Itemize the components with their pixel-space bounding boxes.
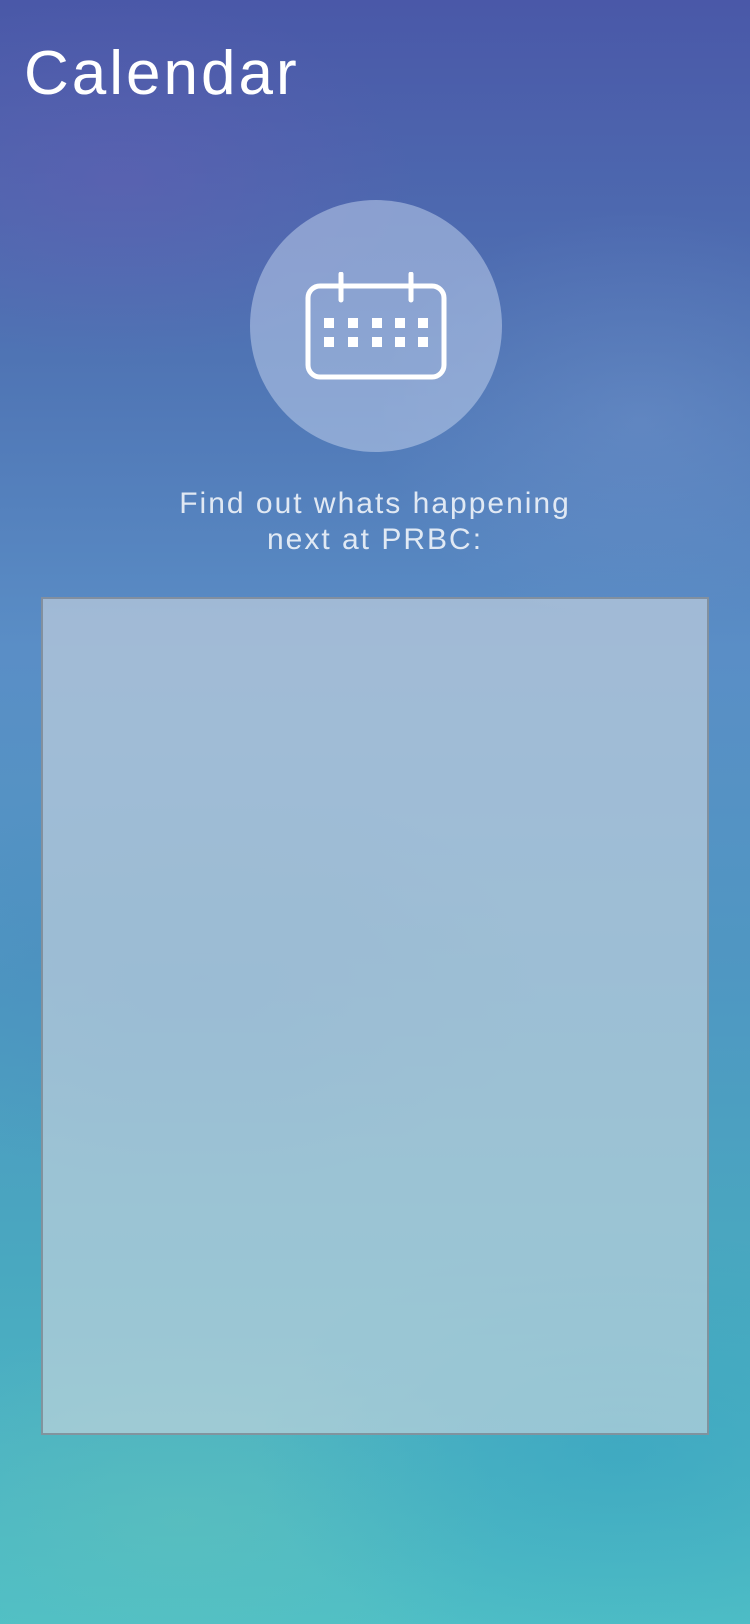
subtitle: Find out whats happening next at PRBC: xyxy=(0,486,750,558)
page-title: Calendar xyxy=(24,39,300,108)
subtitle-line-2: next at PRBC: xyxy=(266,523,484,556)
calendar-embed-panel[interactable] xyxy=(41,597,709,1435)
calendar-icon xyxy=(305,272,447,380)
calendar-icon-badge xyxy=(250,200,502,452)
subtitle-line-1: Find out whats happening xyxy=(179,487,571,520)
